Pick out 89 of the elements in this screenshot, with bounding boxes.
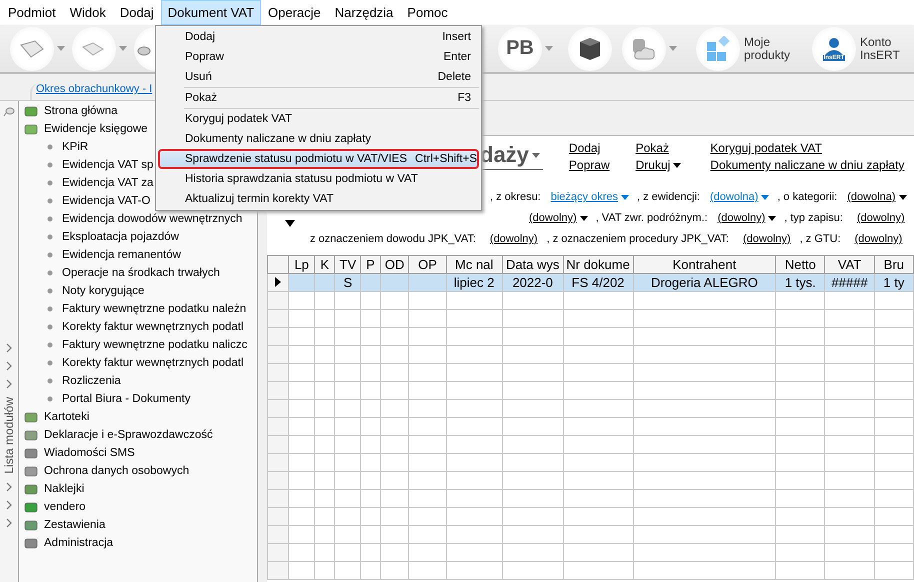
menu-option[interactable]: Popraw Enter (158, 47, 479, 67)
sidebar-subitem[interactable]: Portal Biura - Dokumenty (19, 390, 257, 408)
menu-option[interactable]: Dodaj Insert (158, 27, 479, 47)
table-cell: S (334, 274, 361, 292)
filter-link[interactable]: (dowolny) (490, 233, 538, 245)
column-header[interactable]: Nr dokume (563, 256, 633, 274)
shortcut-label: F3 (458, 92, 471, 104)
column-header[interactable]: VAT (824, 256, 874, 274)
table-cell: FS 4/202 (563, 274, 633, 292)
table-cell: ##### (824, 274, 874, 292)
filter-label: , z ewidencji: (637, 191, 700, 203)
sidebar-item[interactable]: Naklejki (19, 480, 257, 498)
column-header[interactable]: P (360, 256, 380, 274)
action-link[interactable]: Dokumenty naliczane w dniu zapłaty (710, 158, 904, 172)
column-header[interactable]: OP (408, 256, 446, 274)
profile-button[interactable]: PB (498, 26, 542, 70)
sidebar-subitem[interactable]: Ewidencja remanentów (19, 246, 257, 264)
column-header[interactable]: OD (380, 256, 409, 274)
module-list-label[interactable]: Lista modułów (2, 397, 16, 474)
sidebar-subitem[interactable]: Korekty faktur wewnętrznych podatl (19, 318, 257, 336)
menu-item[interactable]: Widok (62, 0, 113, 25)
table-cell: Drogeria ALEGRO (633, 274, 776, 292)
filter-link[interactable]: bieżący okres (550, 191, 632, 203)
filter-label: , VAT zwr. podróżnym.: (596, 212, 708, 224)
table-cell: lipiec 2 (446, 274, 502, 292)
menu-item[interactable]: Narzędzia (328, 0, 400, 25)
filter-label: z oznaczeniem dowodu JPK_VAT: (310, 233, 476, 245)
sidebar-subitem[interactable]: Rozliczenia (19, 372, 257, 390)
menu-item[interactable]: Dodaj (112, 0, 161, 25)
sidebar-subitem[interactable]: Korekty faktur wewnętrznych podatl (19, 354, 257, 372)
shortcut-label: Delete (438, 71, 471, 83)
menu-item[interactable]: Dokument VAT (160, 0, 262, 25)
filter-label: , z oznaczeniem procedury JPK_VAT: (546, 233, 729, 245)
filter-link[interactable]: (dowolny) (743, 233, 791, 245)
column-header[interactable]: Data wys (502, 256, 564, 274)
action-link[interactable]: Pokaż (636, 141, 684, 155)
menu-option[interactable]: Usuń Delete (158, 67, 479, 87)
column-header[interactable]: Lp (288, 256, 314, 274)
filter-label: , z GTU: (800, 233, 841, 245)
filter-label: , typ zapisu: (784, 212, 843, 224)
column-header[interactable]: Bru (874, 256, 914, 274)
sidebar-item[interactable]: Administracja (19, 534, 257, 552)
column-header[interactable]: Mc nal (446, 256, 502, 274)
menu-option[interactable]: Historia sprawdzania statusu podmiotu w VAT (158, 169, 479, 189)
menu-option[interactable]: Pokaż F3 (158, 88, 479, 108)
shortcut-label: Ctrl+Shift+S (415, 153, 478, 165)
column-header[interactable]: K (314, 256, 335, 274)
table-cell: 1 tys. (776, 274, 825, 292)
sidebar-subitem[interactable]: Ewidencja dowodów wewnętrznych (19, 210, 257, 228)
sidebar-item[interactable]: Deklaracje i e-Sprawozdawczość (19, 426, 257, 444)
column-header[interactable]: Netto (776, 256, 825, 274)
menu-option[interactable]: Koryguj podatek VAT (158, 109, 479, 129)
action-link[interactable]: Popraw (568, 158, 610, 172)
action-link[interactable]: Drukuj (636, 158, 684, 172)
menu-item[interactable]: Operacje (261, 0, 328, 25)
sidebar-item[interactable]: vendero (19, 498, 257, 516)
sidebar-subitem[interactable]: Faktury wewnętrzne podatku należn (19, 300, 257, 318)
filter-link[interactable]: (dowolna) (847, 191, 910, 203)
sidebar-item[interactable]: Kartoteki (19, 408, 257, 426)
sidebar-item[interactable]: Zestawienia (19, 516, 257, 534)
filter-link[interactable]: (dowolny) (718, 212, 780, 224)
menu-item[interactable]: Pomoc (400, 0, 455, 25)
table-cell: 2022-0 (502, 274, 564, 292)
table-cell: 1 ty (874, 274, 914, 292)
menu-option[interactable]: Sprawdzenie statusu podmiotu w VAT/VIES Ctrl+Shift+S (158, 149, 479, 169)
menu-item[interactable]: Podmiot (1, 0, 63, 25)
menu-option[interactable]: Aktualizuj termin korekty VAT (158, 189, 479, 209)
filter-link[interactable]: (dowolna) (710, 191, 772, 203)
products-label[interactable]: Moje produkty (744, 36, 800, 62)
sidebar-subitem[interactable]: Noty korygujące (19, 282, 257, 300)
sidebar-subitem[interactable]: Operacje na środkach trwałych (19, 264, 257, 282)
account-label[interactable]: Konto InsERT (860, 36, 900, 62)
filter-label: , z okresu: (490, 191, 541, 203)
action-link[interactable]: Dodaj (568, 141, 610, 155)
shortcut-label: Insert (442, 31, 471, 43)
menu-option[interactable]: Dokumenty naliczane w dniu zapłaty (158, 129, 479, 149)
profile-label: PB (506, 37, 534, 60)
column-header[interactable]: Kontrahent (633, 256, 776, 274)
sidebar-item[interactable]: Ochrona danych osobowych (19, 462, 257, 480)
shortcut-label: Enter (444, 51, 471, 63)
sidebar-item[interactable]: Wiadomości SMS (19, 444, 257, 462)
sidebar-subitem[interactable]: Eksploatacja pojazdów (19, 228, 257, 246)
filter-label: , o kategorii: (777, 191, 838, 203)
action-link[interactable]: Koryguj podatek VAT (710, 141, 904, 155)
filter-link[interactable]: (dowolny) (529, 212, 591, 224)
filter-link[interactable]: (dowolny) (854, 233, 902, 245)
filter-link[interactable]: (dowolny) (856, 212, 905, 224)
sidebar-subitem[interactable]: Faktury wewnętrzne podatku naliczc (19, 336, 257, 354)
column-header[interactable]: TV (334, 256, 361, 274)
